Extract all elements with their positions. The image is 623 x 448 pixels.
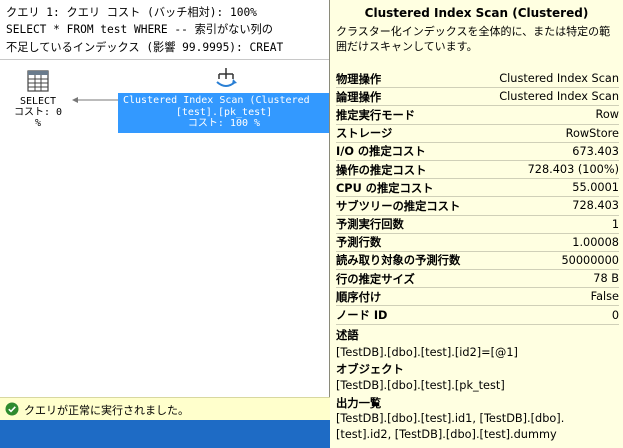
query-cost-header: クエリ 1: クエリ コスト (バッチ相対): 100% (6, 6, 257, 19)
property-row: ストレージ RowStore (336, 125, 619, 143)
property-label: 推定実行モード (336, 108, 416, 122)
property-value: 78 B (593, 272, 619, 286)
data-flow-arrow (72, 97, 120, 103)
property-label: 読み取り対象の予測行数 (336, 254, 461, 268)
table-grid-icon (27, 70, 49, 92)
property-value: 50000000 (561, 253, 620, 267)
select-operator-node[interactable]: SELECT コスト: 0 % (10, 70, 66, 129)
execution-plan-pane: クエリ 1: クエリ コスト (バッチ相対): 100% SELECT * FR… (0, 0, 330, 392)
select-operator-label: SELECT (19, 96, 57, 107)
select-operator-cost: コスト: 0 % (13, 107, 63, 129)
predicate-value: [TestDB].[dbo].[test].[id2]=[@1] (336, 346, 518, 359)
property-label: 論理操作 (336, 90, 382, 104)
property-label: ストレージ (336, 127, 393, 141)
property-value: 673.403 (572, 144, 619, 158)
property-label: 順序付け (336, 290, 382, 304)
output-list-value: [TestDB].[dbo].[test].id1, [TestDB].[dbo… (336, 412, 565, 441)
predicate-heading: 述語 (336, 329, 359, 342)
scan-operator-cost: コスト: 100 % (187, 118, 261, 129)
property-label: 物理操作 (336, 72, 382, 86)
property-row: ノード ID 0 (336, 306, 619, 325)
property-row: 予測行数 1.00008 (336, 234, 619, 252)
scan-operator-object: [test].[pk_test] (175, 106, 273, 118)
property-label: CPU の推定コスト (336, 181, 434, 195)
property-row: 推定実行モード Row (336, 106, 620, 125)
clustered-index-scan-node[interactable]: Clustered Index Scan (Clustered [test].[… (118, 93, 330, 133)
property-value: 1.00008 (572, 235, 619, 249)
object-value: [TestDB].[dbo].[test].[pk_test] (336, 379, 505, 392)
window-status-strip (0, 420, 330, 448)
tooltip-title: Clustered Index Scan (Clustered) (364, 6, 589, 20)
property-value: Clustered Index Scan (499, 72, 619, 86)
property-row: 行の推定サイズ 78 B (336, 270, 619, 289)
property-row: 予測実行回数 1 (336, 216, 619, 234)
property-value: RowStore (565, 126, 619, 140)
property-row: I/O の推定コスト 673.403 (336, 143, 619, 161)
scan-operator-title: Clustered Index Scan (Clustered (123, 95, 310, 106)
property-row: 操作の推定コスト 728.403 (100%) (336, 161, 619, 180)
property-value: 55.0001 (572, 181, 619, 195)
object-heading: オブジェクト (336, 363, 404, 376)
check-circle-icon (5, 402, 19, 416)
property-value: False (590, 290, 619, 304)
property-value: 728.403 (572, 199, 619, 213)
property-label: 予測実行回数 (336, 218, 404, 232)
property-label: 操作の推定コスト (336, 163, 427, 177)
property-value: Row (595, 108, 620, 122)
property-label: 行の推定サイズ (336, 272, 415, 286)
property-row: 順序付け False (336, 288, 619, 307)
property-label: サブツリーの推定コスト (336, 199, 461, 213)
query-status-bar: クエリが正常に実行されました。 (0, 397, 330, 420)
tooltip-description: クラスター化インデックスを全体的に、または特定の範囲だけスキャンしています。 (336, 25, 611, 53)
missing-index-hint[interactable]: 不足しているインデックス (影響 99.9995): CREAT (6, 39, 283, 55)
tooltip-properties: 物理操作 Clustered Index Scan 論理操作 Clustered I… (336, 70, 619, 325)
property-label: 予測行数 (336, 236, 382, 250)
clustered-index-scan-icon (216, 68, 237, 87)
property-row: 読み取り対象の予測行数 50000000 (336, 252, 620, 271)
property-label: ノード ID (336, 309, 388, 323)
property-row: 論理操作 Clustered Index Scan (336, 88, 619, 107)
property-row: 物理操作 Clustered Index Scan (336, 70, 619, 89)
property-value: 728.403 (100%) (527, 163, 619, 177)
property-row: CPU の推定コスト 55.0001 (336, 179, 619, 198)
query-text-line: SELECT * FROM test WHERE -- 索引がない列の (6, 23, 273, 36)
status-message: クエリが正常に実行されました。 (24, 404, 189, 417)
header-divider (0, 59, 330, 60)
output-list-heading: 出力一覧 (336, 397, 382, 410)
property-value: Clustered Index Scan (499, 90, 619, 104)
operator-tooltip: Clustered Index Scan (Clustered) クラスター化イ… (329, 0, 623, 448)
property-value: 0 (611, 308, 619, 322)
property-label: I/O の推定コスト (336, 145, 426, 159)
property-row: サブツリーの推定コスト 728.403 (336, 197, 619, 216)
property-value: 1 (611, 217, 619, 231)
